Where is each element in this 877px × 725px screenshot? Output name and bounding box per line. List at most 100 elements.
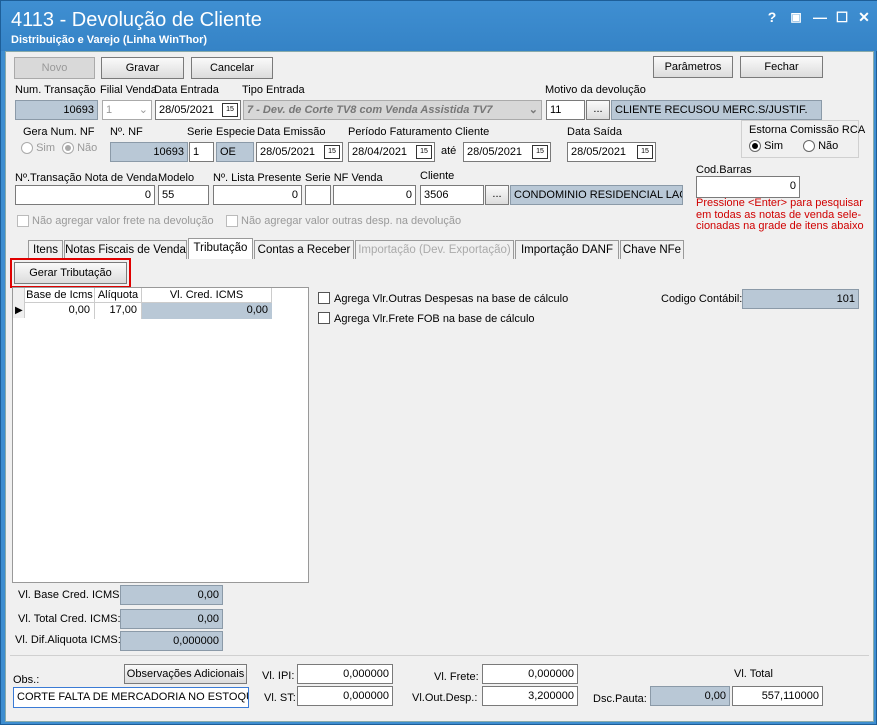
periodo-de-value: 28/04/2021: [352, 146, 408, 158]
data-emissao-label: Data Emissão: [257, 126, 326, 138]
tab-itens[interactable]: Itens: [28, 240, 63, 260]
motivo-label: Motivo da devolução: [545, 84, 646, 96]
nao-agregar-frete-checkbox[interactable]: [17, 215, 29, 227]
tab-notas-fiscais[interactable]: Notas Fiscais de Venda: [64, 240, 187, 260]
gera-num-nf-nao[interactable]: Não: [62, 142, 97, 155]
data-entrada-label: Data Entrada: [154, 84, 219, 96]
title-bar: 4113 - Devolução de Cliente Distribuição…: [1, 1, 877, 51]
modelo-field[interactable]: 55: [158, 185, 209, 205]
form-area: Novo Gravar Cancelar Parâmetros Fechar N…: [5, 51, 874, 722]
tab-chave-nfe[interactable]: Chave NFe: [620, 240, 684, 260]
serie-nf-venda-field[interactable]: [305, 185, 331, 205]
periodo-de-field[interactable]: 28/04/2021 15: [348, 142, 435, 162]
minimize-icon[interactable]: —: [809, 7, 831, 27]
vl-total-cred-field: 0,00: [120, 609, 223, 629]
cliente-search-button[interactable]: ...: [485, 185, 509, 205]
ipi-field[interactable]: 0,000000: [297, 664, 393, 684]
parametros-button[interactable]: Parâmetros: [653, 56, 733, 78]
observacoes-adicionais-button[interactable]: Observações Adicionais: [124, 664, 247, 684]
close-icon[interactable]: ✕: [853, 7, 875, 27]
table-cell[interactable]: 0,00: [25, 303, 95, 319]
st-field[interactable]: 0,000000: [297, 686, 393, 706]
tab-contas-receber[interactable]: Contas a Receber: [254, 240, 354, 260]
novo-button[interactable]: Novo: [14, 57, 95, 79]
agrega-frete-checkbox[interactable]: [318, 312, 330, 324]
chevron-down-icon: ⌄: [528, 104, 538, 116]
estorna-nao[interactable]: Não: [803, 140, 839, 153]
agrega-frete-label: Agrega Vlr.Frete FOB na base de cálculo: [334, 313, 535, 325]
vl-total-cred-label: Vl. Total Cred. ICMS:: [18, 613, 121, 625]
window-subtitle: Distribuição e Varejo (Linha WinThor): [11, 34, 208, 46]
transacao-nota-field[interactable]: 0: [15, 185, 155, 205]
codigo-contabil-field[interactable]: 101: [742, 289, 859, 309]
motivo-search-button[interactable]: ...: [586, 100, 610, 120]
cancelar-button[interactable]: Cancelar: [191, 57, 273, 79]
gera-num-nf-sim[interactable]: Sim: [21, 142, 56, 155]
filial-venda-select[interactable]: 1 ⌄: [102, 100, 152, 120]
no-nf-field[interactable]: 10693: [110, 142, 188, 162]
filial-venda-value: 1: [106, 104, 113, 116]
table-cell[interactable]: 0,00: [142, 303, 272, 319]
data-saida-field[interactable]: 28/05/2021 15: [567, 142, 656, 162]
modelo-label: Modelo: [158, 172, 195, 184]
calendar-icon[interactable]: 15: [532, 145, 548, 159]
vl-base-field: 0,00: [120, 585, 223, 605]
lista-presente-field[interactable]: 0: [213, 185, 302, 205]
gerar-tributacao-button[interactable]: Gerar Tributação: [14, 262, 127, 284]
calendar-icon[interactable]: 15: [222, 103, 238, 117]
codigo-contabil-label: Codigo Contábil:: [661, 293, 743, 305]
table-cell[interactable]: 17,00: [95, 303, 142, 319]
row-pointer-icon: ▶: [15, 305, 23, 316]
serie-nf-venda-num-field[interactable]: 0: [333, 185, 416, 205]
column-header[interactable]: Vl. Cred. ICMS: [142, 288, 272, 303]
gera-num-nf-label: Gera Num. NF: [23, 126, 95, 138]
serie-field[interactable]: 1: [189, 142, 214, 162]
frete-label: Vl. Frete:: [434, 671, 479, 683]
gravar-button[interactable]: Gravar: [101, 57, 184, 79]
cliente-label: Cliente: [420, 170, 455, 182]
fechar-button[interactable]: Fechar: [740, 56, 823, 78]
num-transacao-field[interactable]: 10693: [15, 100, 98, 120]
nao-agregar-outras-label: Não agregar valor outras desp. na devolu…: [241, 215, 462, 227]
data-saida-label: Data Saída: [567, 126, 623, 138]
cliente-code-field[interactable]: 3506: [420, 185, 484, 205]
agrega-outras-checkbox[interactable]: [318, 292, 330, 304]
radio-icon: [803, 140, 815, 153]
column-header[interactable]: Alíquota: [95, 288, 142, 303]
total-field: 557,110000: [732, 686, 823, 706]
tipo-entrada-select[interactable]: 7 - Dev. de Corte TV8 com Venda Assistid…: [243, 100, 542, 120]
estorna-label: Estorna Comissão RCA: [749, 124, 866, 136]
tab-importacao-exportacao[interactable]: Importação (Dev. Exportação): [355, 240, 514, 260]
nao-agregar-outras-checkbox[interactable]: [226, 215, 238, 227]
radio-icon: [749, 140, 761, 153]
calendar-icon[interactable]: 15: [637, 145, 653, 159]
ipi-label: Vl. IPI:: [262, 670, 295, 682]
outdesp-field[interactable]: 3,200000: [482, 686, 578, 706]
motivo-code-field[interactable]: 11: [546, 100, 585, 120]
data-entrada-field[interactable]: 28/05/2021 15: [155, 100, 241, 120]
lista-presente-label: Nº. Lista Presente: [213, 172, 302, 184]
no-nf-label: Nº. NF: [110, 126, 143, 138]
cod-barras-hint: Pressione <Enter> para pesquisar em toda…: [696, 197, 864, 232]
motivo-desc-field: CLIENTE RECUSOU MERC.S/JUSTIF.: [611, 100, 822, 120]
help-icon[interactable]: ?: [761, 7, 783, 27]
nao-label: Não: [818, 140, 839, 152]
obs-field[interactable]: CORTE FALTA DE MERCADORIA NO ESTOQUE: [13, 687, 249, 708]
tab-importacao-danf[interactable]: Importação DANF: [515, 240, 619, 260]
maximize-icon[interactable]: ☐: [831, 7, 853, 27]
calendar-icon[interactable]: 15: [324, 145, 340, 159]
especie-label: Especie: [216, 126, 256, 138]
column-header[interactable]: Base de Icms: [25, 288, 95, 303]
calendar-icon[interactable]: 15: [416, 145, 432, 159]
frete-field[interactable]: 0,000000: [482, 664, 578, 684]
radio-icon: [62, 142, 74, 155]
estorna-sim[interactable]: Sim: [749, 140, 783, 153]
restore-icon[interactable]: ▣: [785, 7, 807, 27]
periodo-ate-field[interactable]: 28/05/2021 15: [463, 142, 551, 162]
especie-field[interactable]: OE: [216, 142, 254, 162]
data-emissao-field[interactable]: 28/05/2021 15: [256, 142, 343, 162]
tab-tributacao[interactable]: Tributação: [188, 238, 253, 260]
sim-label: Sim: [36, 142, 56, 154]
vl-dif-label: Vl. Dif.Aliquota ICMS:: [15, 634, 121, 646]
cod-barras-field[interactable]: 0: [696, 176, 800, 198]
